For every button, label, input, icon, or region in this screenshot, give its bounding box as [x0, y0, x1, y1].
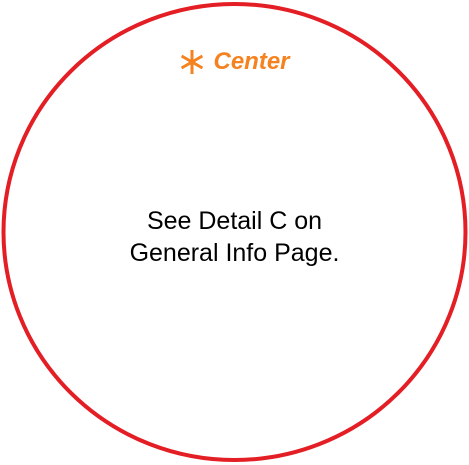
center-header: Center: [0, 44, 469, 80]
note-line-1: See Detail C on: [146, 207, 323, 235]
detail-circle-diagram: Center See Detail C on General Info Page…: [0, 0, 469, 465]
detail-note: See Detail C on General Info Page.: [0, 205, 469, 269]
asterisk-icon: [181, 50, 204, 74]
center-label: Center: [213, 48, 290, 75]
note-line-2: General Info Page.: [129, 239, 340, 267]
